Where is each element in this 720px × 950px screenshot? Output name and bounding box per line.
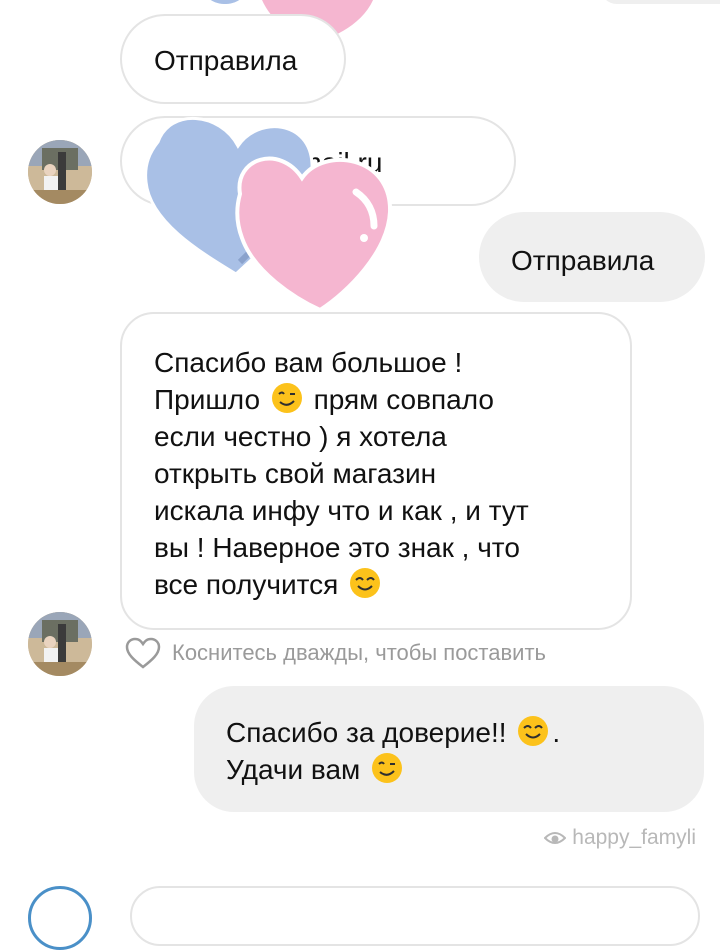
message-line: Удачи вам [226,751,704,788]
message-incoming-long[interactable]: Спасибо вам большое ! Пришло прям совпал… [120,312,632,630]
message-line: Пришло прям совпало [154,381,630,418]
message-text: Отправила [511,245,655,276]
partial-heart-top-left [200,0,250,4]
message-line-text: прям совпало [313,384,494,415]
message-outgoing-reply[interactable]: Спасибо за доверие!! . Удачи вам [194,686,704,812]
heart-outline-icon[interactable] [124,636,162,670]
partial-bubble-bottom [130,886,700,946]
like-hint-text: Коснитесь дважды, чтобы поставить [172,640,547,665]
message-incoming[interactable]: Отправила [120,14,346,104]
eye-icon [544,832,567,844]
smiling-face-emoji-icon [518,716,549,746]
message-punctuation: . [552,717,561,748]
avatar[interactable] [28,140,92,204]
message-line: вы ! Наверное это знак , что [154,532,520,563]
heart-sticker-pink [235,156,393,313]
message-line-text: все получится [154,569,339,600]
avatar-photo [28,612,92,676]
message-line-text: Спасибо за доверие!! [226,717,507,748]
watermark-text: happy_famyli [572,826,696,849]
double-tap-like-hint[interactable]: Коснитесь дважды, чтобы поставить [124,636,644,672]
avatar[interactable] [28,612,92,676]
message-line: открыть свой магазин [154,458,437,489]
winking-face-emoji-icon [372,753,403,783]
message-line: если честно ) я хотела [154,421,447,452]
smiling-face-emoji-icon [350,568,381,598]
avatar-photo [28,140,92,204]
partial-bubble-top-right [600,0,720,4]
message-outgoing[interactable]: Отправила [479,212,705,302]
message-line-text: Пришло [154,384,261,415]
avatar-partial [28,886,92,950]
message-line: Спасибо вам большое ! [154,347,463,378]
winking-face-emoji-icon [271,383,302,413]
message-line: все получится [154,566,630,603]
message-line-text: Удачи вам [226,754,361,785]
watermark: happy_famyli [544,826,696,850]
message-line: Спасибо за доверие!! . [226,714,704,751]
message-text: Отправила [154,45,298,76]
message-line: искала инфу что и как , и тут [154,495,529,526]
